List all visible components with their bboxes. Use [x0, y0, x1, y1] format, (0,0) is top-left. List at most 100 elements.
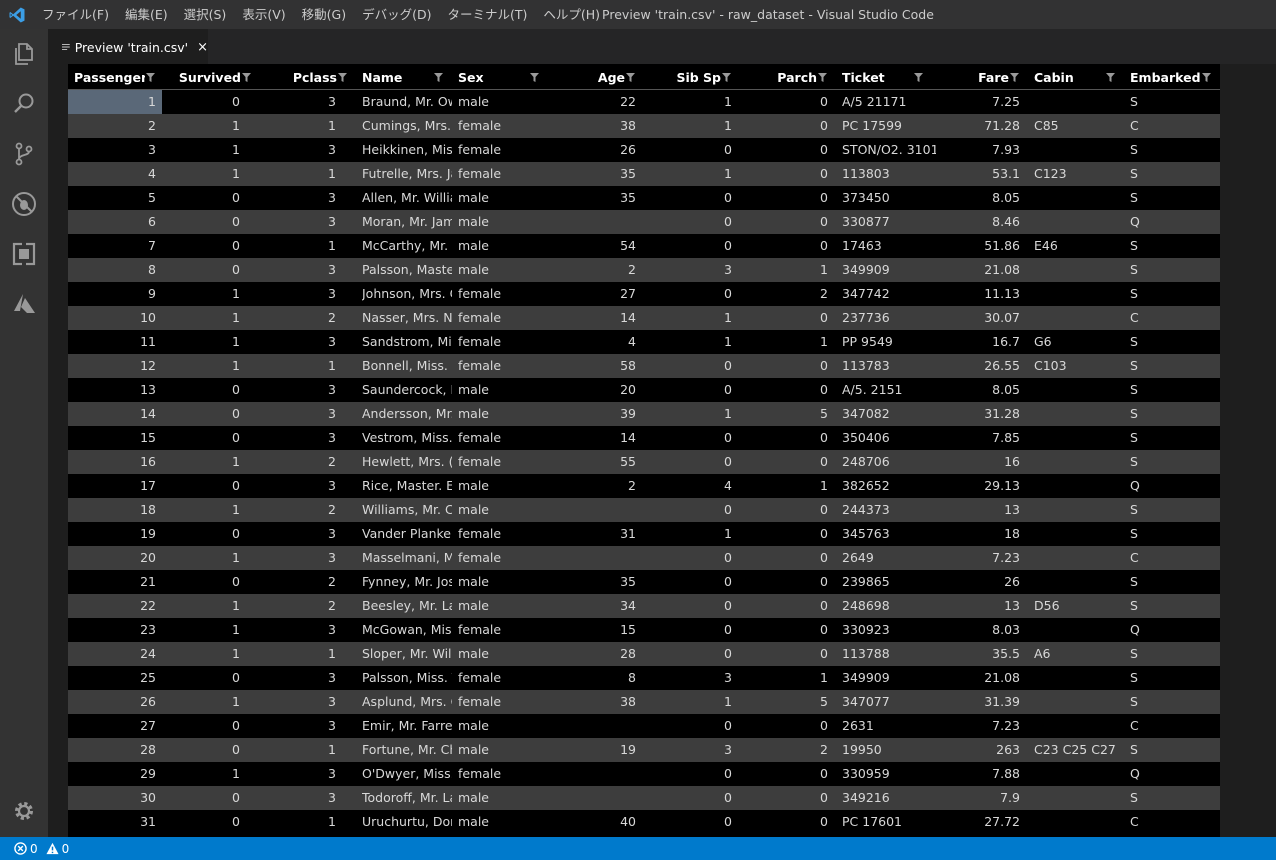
warnings-status[interactable]: 0 — [46, 842, 69, 856]
cell-sex[interactable]: male — [458, 642, 552, 666]
cell-embarked[interactable]: C — [1130, 114, 1216, 138]
cell-survived[interactable]: 0 — [154, 738, 240, 762]
cell-parch[interactable]: 0 — [734, 162, 828, 186]
cell-ticket[interactable]: 347082 — [842, 402, 936, 426]
cell-embarked[interactable]: C — [1130, 546, 1216, 570]
cell-age[interactable]: 58 — [554, 354, 636, 378]
cell-ticket[interactable]: 2631 — [842, 714, 936, 738]
cell-age[interactable] — [554, 786, 636, 810]
cell-sex[interactable]: male — [458, 258, 552, 282]
cell-name[interactable]: Allen, Mr. Willia — [362, 186, 452, 210]
cell-name[interactable]: Sloper, Mr. Willi — [362, 642, 452, 666]
cell-cabin[interactable] — [1034, 714, 1128, 738]
cell-sib-sp[interactable]: 0 — [638, 762, 732, 786]
cell-embarked[interactable]: S — [1130, 738, 1216, 762]
extensions-icon[interactable] — [8, 238, 40, 270]
cell-parch[interactable]: 1 — [734, 474, 828, 498]
cell-fare[interactable]: 8.05 — [926, 378, 1020, 402]
cell-sex[interactable]: male — [458, 594, 552, 618]
cell-ticket[interactable]: 239865 — [842, 570, 936, 594]
cell-pclass[interactable]: 1 — [244, 642, 336, 666]
cell-sib-sp[interactable]: 0 — [638, 786, 732, 810]
cell-pclass[interactable]: 3 — [244, 210, 336, 234]
cell-fare[interactable]: 13 — [926, 498, 1020, 522]
cell-sex[interactable]: female — [458, 546, 552, 570]
column-header-pclass[interactable]: Pclass — [244, 64, 337, 90]
cell-survived[interactable]: 0 — [154, 786, 240, 810]
column-header-survived[interactable]: Survived — [154, 64, 241, 90]
cell-pclass[interactable]: 1 — [244, 162, 336, 186]
cell-sex[interactable]: male — [458, 402, 552, 426]
cell-age[interactable]: 14 — [554, 306, 636, 330]
cell-embarked[interactable]: S — [1130, 498, 1216, 522]
cell-age[interactable]: 28 — [554, 642, 636, 666]
column-header-parch[interactable]: Parch — [734, 64, 817, 90]
cell-passenger-id[interactable]: 27 — [68, 714, 162, 738]
cell-sib-sp[interactable]: 0 — [638, 426, 732, 450]
cell-fare[interactable]: 18 — [926, 522, 1020, 546]
cell-cabin[interactable]: E46 — [1034, 234, 1128, 258]
column-header-passenger-id[interactable]: Passenger Id — [74, 64, 145, 90]
cell-ticket[interactable]: 345763 — [842, 522, 936, 546]
cell-ticket[interactable]: 349909 — [842, 666, 936, 690]
cell-fare[interactable]: 16 — [926, 450, 1020, 474]
cell-embarked[interactable]: C — [1130, 810, 1216, 834]
cell-sib-sp[interactable]: 0 — [638, 282, 732, 306]
cell-sex[interactable]: female — [458, 330, 552, 354]
cell-sex[interactable]: female — [458, 138, 552, 162]
cell-survived[interactable]: 1 — [154, 690, 240, 714]
cell-passenger-id[interactable]: 25 — [68, 666, 162, 690]
cell-sib-sp[interactable]: 0 — [638, 234, 732, 258]
cell-ticket[interactable]: 349216 — [842, 786, 936, 810]
cell-sib-sp[interactable]: 1 — [638, 90, 732, 114]
cell-cabin[interactable] — [1034, 546, 1128, 570]
cell-name[interactable]: Asplund, Mrs. C — [362, 690, 452, 714]
menu-view[interactable]: 表示(V) — [234, 0, 293, 29]
cell-ticket[interactable]: A/5 21171 — [842, 90, 936, 114]
cell-survived[interactable]: 0 — [154, 378, 240, 402]
cell-name[interactable]: Emir, Mr. Farred — [362, 714, 452, 738]
cell-age[interactable]: 35 — [554, 570, 636, 594]
cell-survived[interactable]: 0 — [154, 258, 240, 282]
cell-sib-sp[interactable]: 0 — [638, 594, 732, 618]
cell-fare[interactable]: 30.07 — [926, 306, 1020, 330]
cell-embarked[interactable]: S — [1130, 162, 1216, 186]
cell-cabin[interactable]: C85 — [1034, 114, 1128, 138]
cell-pclass[interactable]: 3 — [244, 522, 336, 546]
cell-sex[interactable]: female — [458, 450, 552, 474]
cell-name[interactable]: Fortune, Mr. Ch — [362, 738, 452, 762]
cell-embarked[interactable]: S — [1130, 138, 1216, 162]
cell-sib-sp[interactable]: 0 — [638, 498, 732, 522]
cell-survived[interactable]: 0 — [154, 714, 240, 738]
table-row[interactable]: 1903Vander Planke, Ifemale311034576318S — [68, 522, 1220, 546]
cell-cabin[interactable]: C103 — [1034, 354, 1128, 378]
cell-survived[interactable]: 1 — [154, 330, 240, 354]
cell-parch[interactable]: 0 — [734, 546, 828, 570]
table-row[interactable]: 17 0 3 Rice, Master. Eu male 2 4 1 382652 29.13 Q — [68, 474, 1220, 498]
cell-sex[interactable]: male — [458, 498, 552, 522]
cell-fare[interactable]: 29.13 — [926, 474, 1020, 498]
table-row[interactable]: 1612Hewlett, Mrs. (Mfemale550024870616S — [68, 450, 1220, 474]
cell-cabin[interactable] — [1034, 762, 1128, 786]
cell-sib-sp[interactable]: 1 — [638, 114, 732, 138]
cell-survived[interactable]: 1 — [154, 546, 240, 570]
cell-pclass[interactable]: 1 — [244, 738, 336, 762]
filter-icon[interactable] — [1202, 73, 1211, 82]
cell-passenger-id[interactable]: 6 — [68, 210, 162, 234]
menu-selection[interactable]: 選択(S) — [176, 0, 235, 29]
cell-pclass[interactable]: 1 — [244, 354, 336, 378]
cell-sex[interactable]: male — [458, 234, 552, 258]
cell-sib-sp[interactable]: 0 — [638, 138, 732, 162]
cell-pclass[interactable]: 3 — [244, 618, 336, 642]
cell-sib-sp[interactable]: 1 — [638, 690, 732, 714]
cell-name[interactable]: Sandstrom, Miss — [362, 330, 452, 354]
cell-sex[interactable]: female — [458, 306, 552, 330]
cell-sib-sp[interactable]: 0 — [638, 354, 732, 378]
table-row[interactable]: 1211Bonnell, Miss. Elfemale580011378326.… — [68, 354, 1220, 378]
table-row[interactable]: 30 0 3 Todoroff, Mr. La male 0 0 349216 7.9 S — [68, 786, 1220, 810]
cell-passenger-id[interactable]: 5 — [68, 186, 162, 210]
cell-cabin[interactable] — [1034, 786, 1128, 810]
search-icon[interactable] — [8, 88, 40, 120]
cell-parch[interactable]: 1 — [734, 330, 828, 354]
cell-fare[interactable]: 51.86 — [926, 234, 1020, 258]
